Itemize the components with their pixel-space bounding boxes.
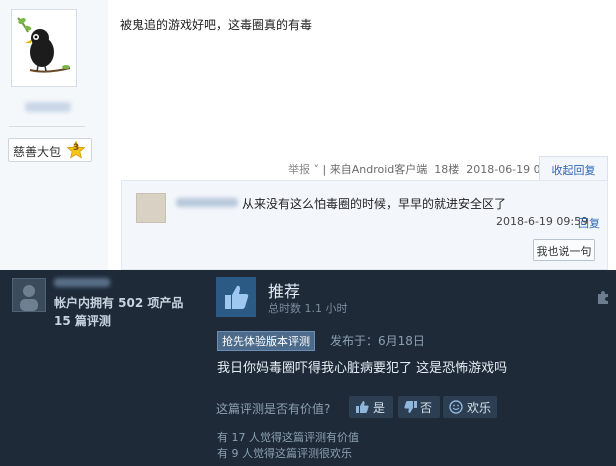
vote-yes-label: 是 [373,401,386,415]
post-meta: 举报 ˅ | 来自Android客户端 18楼 2018-06-19 01:19 [288,161,565,177]
user-sidebar: 慈善大包 3 [0,0,108,270]
vote-yes-button[interactable]: 是 [349,396,393,418]
report-link[interactable]: 举报 [288,163,310,176]
review-body: 我日你妈毒圈吓得我心脏病要犯了 这是恐怖游戏吗 [217,361,508,376]
smiley-icon [449,400,463,414]
meta-separator: | [322,163,327,176]
meta-floor: 18楼 [434,163,460,176]
thumbs-up-icon [216,277,256,317]
reviewer-avatar[interactable] [12,278,46,312]
meta-source[interactable]: 来自Android客户端 [330,163,428,176]
reply-content: 从来没有这么怕毒圈的时候，早早的就进安全区了 [242,197,507,211]
early-access-tag: 抢先体验版本评测 [217,331,315,351]
reply-link[interactable]: 回复 [578,215,600,231]
report-caret-icon: ˅ [313,163,323,176]
vote-funny-button[interactable]: 欢乐 [443,396,497,418]
helpful-count: 有 17 人觉得这篇评测有价值 [217,431,359,444]
posted-date: 发布于：6月18日 [330,334,425,348]
collapse-reply-label: 收起回复 [551,164,596,177]
username-blurred[interactable] [25,102,71,112]
thumbs-down-small-icon [404,401,417,413]
divider [9,126,85,127]
reply-username-blurred[interactable] [176,198,238,207]
level-star-icon: 3 [66,140,86,159]
total-hours: 总时数 1.1 小时 [268,302,348,315]
recommended-title: 推荐 [268,282,301,301]
helpful-question: 这篇评测是否有价值? [216,402,331,416]
reviewer-name-blurred[interactable] [54,278,110,287]
puzzle-icon[interactable] [594,290,610,310]
vote-no-label: 否 [420,401,433,415]
say-something-button[interactable]: 我也说一句 [533,239,595,261]
reply-thread: 从来没有这么怕毒圈的时候，早早的就进安全区了 2018-6-19 09:59 回… [121,180,608,270]
level-number: 3 [72,143,80,153]
vote-no-button[interactable]: 否 [398,396,440,418]
member-badge[interactable]: 慈善大包 3 [8,138,92,162]
forum-post: 慈善大包 3 被鬼追的游戏好吧，这毒圈真的有毒 举报 ˅ | 来自Android… [0,0,616,270]
steam-review: 帐户内拥有 502 项产品 15 篇评测 推荐 总时数 1.1 小时 抢先体验版… [0,270,616,466]
badge-label: 慈善大包 [13,145,62,159]
funny-count: 有 9 人觉得这篇评测很欢乐 [217,447,352,460]
reply-datetime: 2018-6-19 09:59 [496,215,589,228]
bird-avatar-icon [12,10,76,86]
collapse-reply-tab[interactable]: 收起回复 [539,156,608,181]
thumbs-up-small-icon [356,401,369,413]
post-content: 被鬼追的游戏好吧，这毒圈真的有毒 [120,18,313,32]
vote-funny-label: 欢乐 [467,401,492,415]
user-avatar[interactable] [11,9,77,87]
products-owned[interactable]: 帐户内拥有 502 项产品 [54,294,183,311]
review-count[interactable]: 15 篇评测 [54,312,111,329]
say-something-label: 我也说一句 [536,245,592,258]
reply-avatar[interactable] [136,193,166,223]
